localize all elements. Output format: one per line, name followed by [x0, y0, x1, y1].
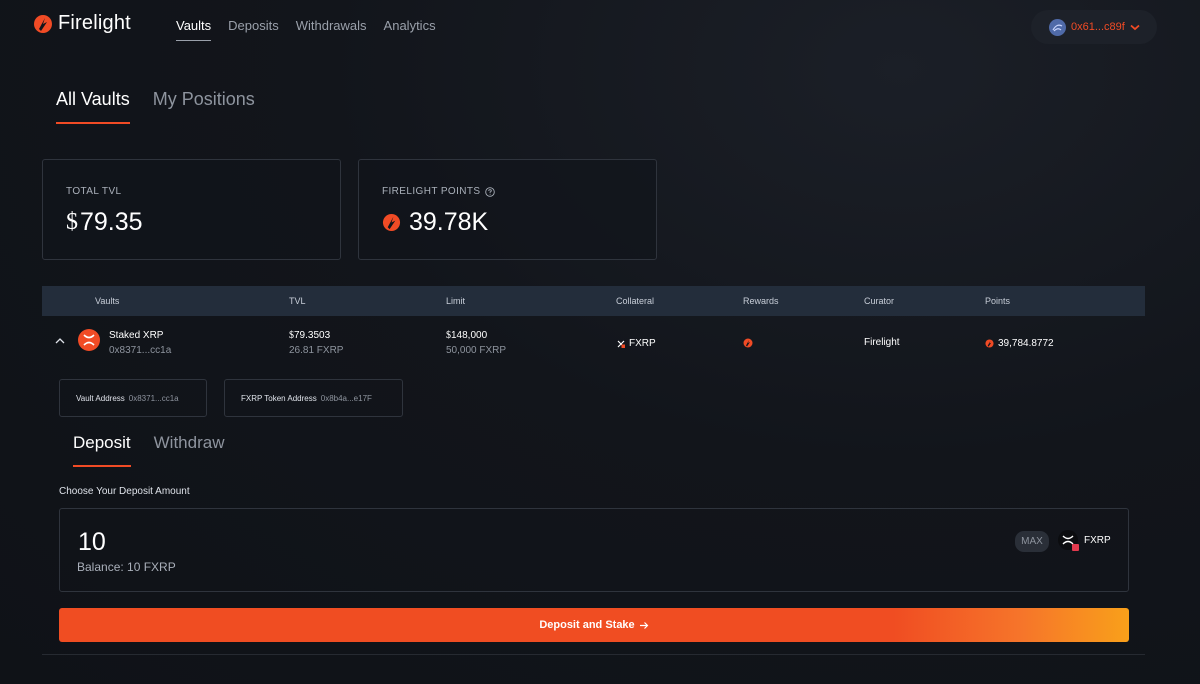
- tab-all-vaults[interactable]: All Vaults: [56, 89, 130, 124]
- token-name: FXRP: [1084, 534, 1111, 546]
- chevron-up-icon[interactable]: [55, 337, 65, 344]
- fxrp-icon: [617, 340, 625, 348]
- vault-row-address: 0x8371...cc1a: [109, 345, 172, 356]
- token-address-value: 0x8b4a...e17F: [320, 393, 372, 403]
- vault-address-label: Vault Address: [76, 393, 125, 403]
- points-card: FIRELIGHT POINTS 39.78K: [358, 159, 657, 260]
- points-cell-value: 39,784.8772: [998, 338, 1054, 349]
- staked-xrp-icon: [78, 329, 100, 351]
- points-small-icon: [985, 339, 994, 348]
- tvl-cell: $79.3503: [289, 330, 330, 341]
- token-address-label: FXRP Token Address: [241, 393, 317, 403]
- col-curator: Curator: [864, 296, 895, 306]
- token-address-box[interactable]: FXRP Token Address 0x8b4a...e17F: [224, 379, 403, 417]
- vault-address-box[interactable]: Vault Address 0x8371...cc1a: [59, 379, 207, 417]
- tab-my-positions[interactable]: My Positions: [153, 89, 255, 124]
- tvl-currency: $: [66, 209, 78, 235]
- token-selector[interactable]: FXRP: [1058, 530, 1111, 551]
- col-tvl: TVL: [289, 296, 306, 306]
- points-amount: 39.78K: [409, 208, 489, 236]
- nav-withdrawals[interactable]: Withdrawals: [296, 18, 367, 41]
- curator-cell: Firelight: [864, 337, 900, 348]
- collateral-value: FXRP: [629, 338, 656, 349]
- tvl-cell-value: 79.3503: [294, 330, 331, 341]
- wallet-avatar-icon: [1049, 18, 1066, 36]
- wallet-button[interactable]: 0x61...c89f: [1031, 10, 1157, 44]
- deposit-amount-input[interactable]: [78, 528, 378, 557]
- tvl-card: TOTAL TVL $ 79.35: [42, 159, 341, 260]
- wallet-address: 0x61...c89f: [1071, 21, 1125, 33]
- max-button[interactable]: MAX: [1015, 531, 1049, 552]
- top-nav: Vaults Deposits Withdrawals Analytics: [176, 18, 436, 41]
- collateral-cell: FXRP: [617, 338, 656, 349]
- tvl-amount: 79.35: [80, 208, 143, 236]
- tvl-label: TOTAL TVL: [66, 186, 122, 197]
- vaults-table-header: Vaults TVL Limit Collateral Rewards Cura…: [42, 286, 1145, 316]
- firelight-logo-icon: [34, 14, 52, 33]
- firelight-points-icon: [382, 213, 401, 232]
- nav-deposits[interactable]: Deposits: [228, 18, 279, 41]
- tvl-value: $ 79.35: [66, 208, 143, 237]
- vault-address-value: 0x8371...cc1a: [128, 393, 179, 403]
- limit-cell-value: 148,000: [451, 330, 488, 341]
- vault-name: Staked XRP: [109, 330, 164, 341]
- divider: [42, 654, 1145, 655]
- vault-tabs: All Vaults My Positions: [56, 89, 255, 124]
- deposit-and-stake-button[interactable]: Deposit and Stake: [59, 608, 1129, 642]
- deposit-and-stake-label: Deposit and Stake: [539, 619, 635, 631]
- fxrp-token-icon: [1058, 530, 1079, 551]
- brand-name: Firelight: [58, 12, 131, 34]
- points-value: 39.78K: [382, 208, 488, 237]
- table-row[interactable]: Staked XRP 0x8371...cc1a $79.3503 26.81 …: [42, 318, 1145, 368]
- brand-logo[interactable]: Firelight: [33, 12, 131, 35]
- tvl-cell-sub: 26.81 FXRP: [289, 345, 344, 356]
- deposit-amount-box: Balance: 10 FXRP MAX FXRP: [59, 508, 1129, 592]
- col-vaults: Vaults: [95, 296, 120, 306]
- balance-text: Balance: 10 FXRP: [77, 560, 176, 574]
- points-label-row: FIRELIGHT POINTS: [382, 186, 496, 197]
- tab-deposit[interactable]: Deposit: [73, 433, 131, 467]
- nav-vaults[interactable]: Vaults: [176, 18, 212, 41]
- arrow-right-icon: [639, 621, 649, 629]
- help-icon[interactable]: [485, 186, 496, 197]
- limit-cell: $148,000: [446, 330, 487, 341]
- tab-withdraw[interactable]: Withdraw: [154, 433, 225, 467]
- action-tabs: Deposit Withdraw: [73, 433, 225, 467]
- col-limit: Limit: [446, 296, 466, 306]
- limit-cell-sub: 50,000 FXRP: [446, 345, 507, 356]
- deposit-amount-label: Choose Your Deposit Amount: [59, 486, 190, 497]
- col-points: Points: [985, 296, 1011, 306]
- points-label: FIRELIGHT POINTS: [382, 186, 481, 197]
- col-collateral: Collateral: [616, 296, 655, 306]
- col-rewards: Rewards: [743, 296, 779, 306]
- rewards-icon: [743, 338, 753, 348]
- chevron-down-icon: [1130, 24, 1140, 30]
- nav-analytics[interactable]: Analytics: [384, 18, 436, 41]
- points-cell: 39,784.8772: [985, 338, 1054, 349]
